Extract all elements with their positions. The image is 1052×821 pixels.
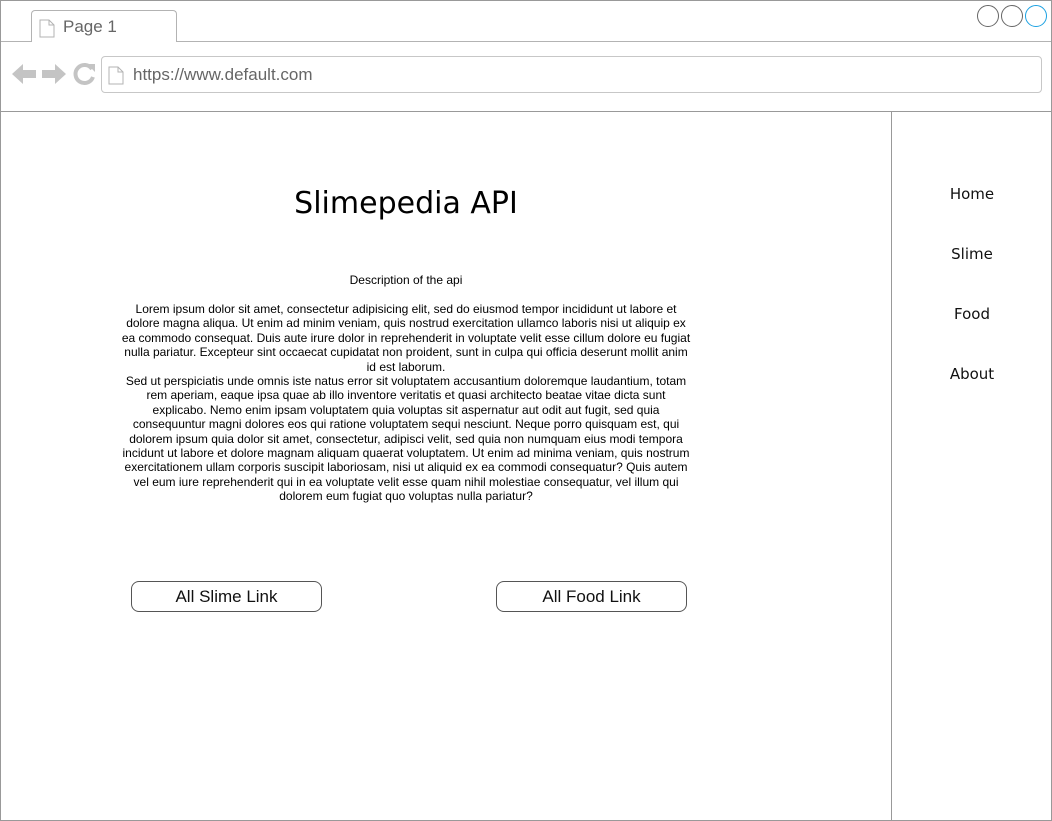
page-icon (108, 66, 124, 90)
main-panel: Slimepedia API Description of the api Lo… (1, 112, 891, 821)
close-button[interactable] (1025, 5, 1047, 27)
url-text[interactable]: https://www.default.com (133, 65, 313, 85)
nav-buttons (11, 61, 97, 87)
all-slime-link-button[interactable]: All Slime Link (131, 581, 322, 612)
sidebar-item-slime[interactable]: Slime (892, 245, 1052, 263)
refresh-icon[interactable] (71, 61, 97, 87)
page-content: Slimepedia API Description of the api Lo… (1, 112, 1051, 821)
sidebar-item-home[interactable]: Home (892, 185, 1052, 203)
window-controls (977, 5, 1047, 27)
description-paragraph: Sed ut perspiciatis unde omnis iste natu… (122, 374, 690, 504)
address-bar[interactable]: https://www.default.com (101, 56, 1042, 93)
navigation-bar: https://www.default.com (1, 42, 1051, 112)
minimize-button[interactable] (977, 5, 999, 27)
browser-tab[interactable]: Page 1 (31, 10, 177, 42)
forward-arrow-icon[interactable] (41, 61, 67, 87)
browser-window: Page 1 https://www.default.com Slimepedi… (0, 0, 1052, 821)
tab-title: Page 1 (63, 17, 117, 36)
maximize-button[interactable] (1001, 5, 1023, 27)
description-text: Lorem ipsum dolor sit amet, consectetur … (121, 302, 691, 504)
tab-bar: Page 1 (1, 1, 1051, 42)
sidebar-item-food[interactable]: Food (892, 305, 1052, 323)
all-food-link-button[interactable]: All Food Link (496, 581, 687, 612)
back-arrow-icon[interactable] (11, 61, 37, 87)
description-heading: Description of the api (349, 273, 463, 287)
sidebar-nav: Home Slime Food About (891, 112, 1051, 821)
sidebar-item-about[interactable]: About (892, 365, 1052, 383)
page-icon (39, 19, 55, 43)
description-paragraph: Lorem ipsum dolor sit amet, consectetur … (121, 302, 691, 374)
page-title: Slimepedia API (294, 186, 518, 221)
